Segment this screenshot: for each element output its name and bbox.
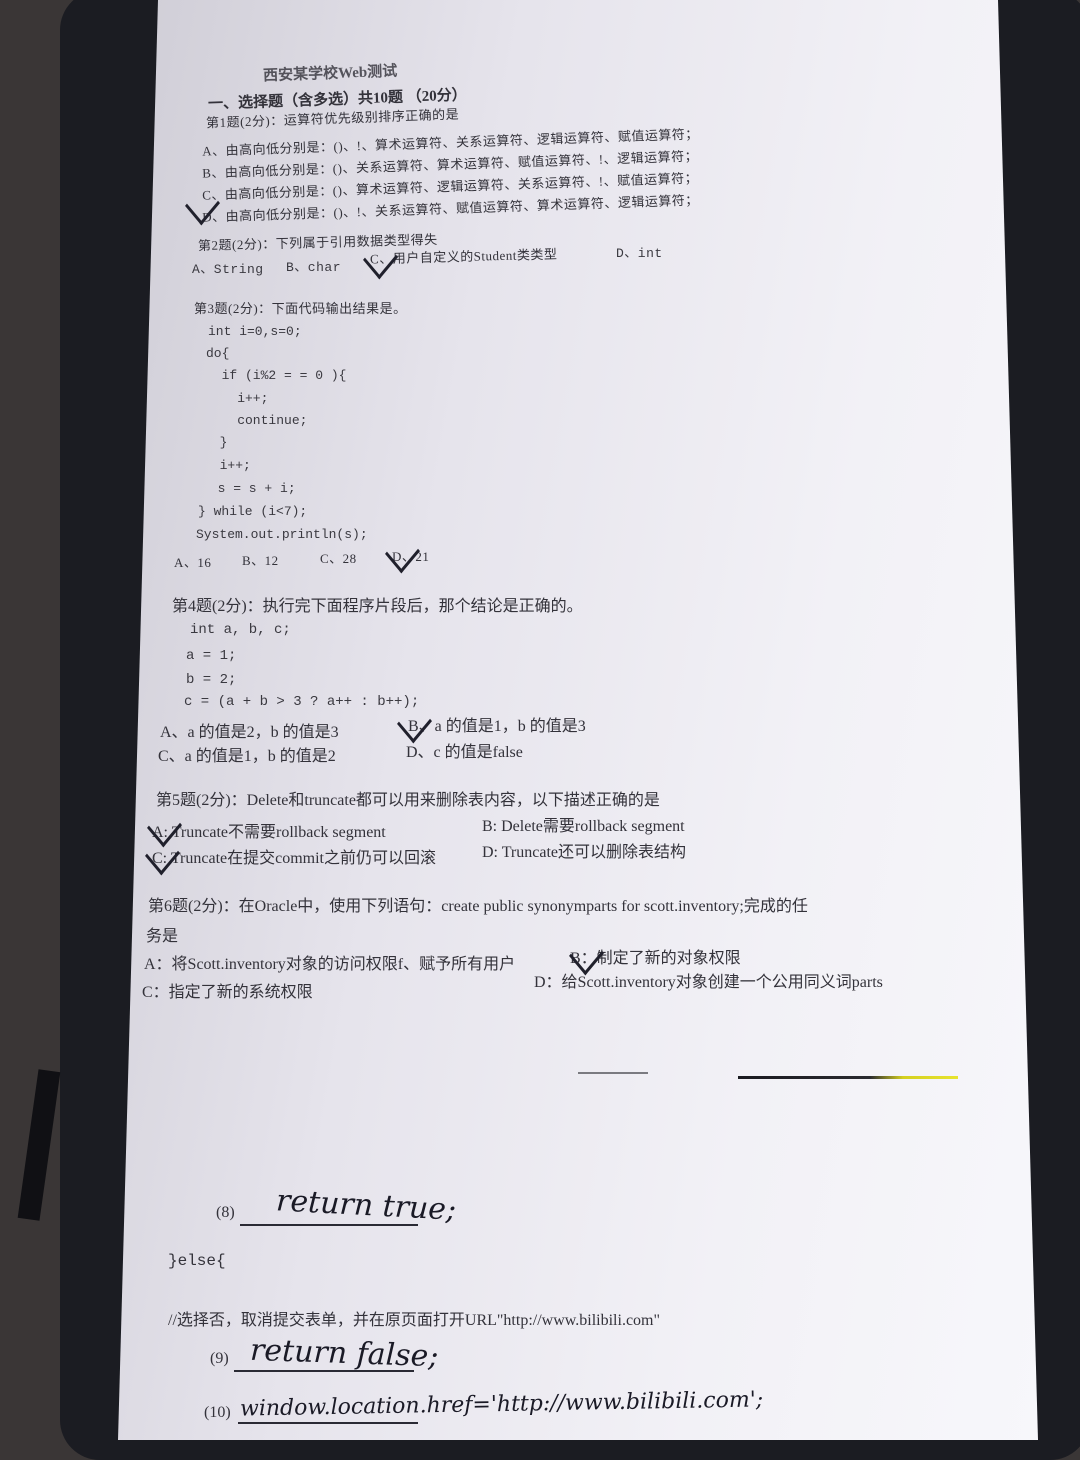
q4-option-a: A、a 的值是2，b 的值是3 xyxy=(160,724,339,741)
blank-number: (9) xyxy=(210,1350,229,1367)
blank-number: (8) xyxy=(216,1204,235,1221)
q4-stem: 第4题(2分)：执行完下面程序片段后，那个结论是正确的。 xyxy=(172,598,583,615)
answer-underline xyxy=(238,1422,418,1424)
q5-option-c: C: Truncate在提交commit之前仍可以回滚 xyxy=(152,850,437,867)
code-comment: //选择否，取消提交表单，并在原页面打开URL"http://www.bilib… xyxy=(168,1312,661,1329)
page-divider xyxy=(738,1076,958,1079)
handwritten-answer: return true; xyxy=(275,1183,458,1228)
q5-option-a: A: Truncate不需要rollback segment xyxy=(152,824,386,841)
screen-edge-shadow xyxy=(17,1069,61,1221)
exam-paper: 西安某学校Web测试 一、选择题（含多选）共10题 （20分） 第1题(2分)：… xyxy=(118,0,1038,1440)
q4-option-c: C、a 的值是1，b 的值是2 xyxy=(158,748,336,765)
q3-option-c: C、28 xyxy=(320,551,357,566)
q4-option-d: D、c 的值是false xyxy=(406,744,523,761)
handwritten-answer: return false; xyxy=(249,1332,440,1375)
paper-title: 西安某学校Web测试 xyxy=(262,63,398,85)
q3-option-a: A、16 xyxy=(174,555,212,570)
q6-option-c: C：指定了新的系统权限 xyxy=(142,984,313,1001)
code-line: i++; xyxy=(204,458,251,473)
code-line: if (i%2 = = 0 ){ xyxy=(206,368,347,383)
code-line: i++; xyxy=(206,391,269,406)
code-line: c = (a + b > 3 ? a++ : b++); xyxy=(184,694,420,710)
q2-option-a: A、String xyxy=(192,262,264,277)
q6-stem-line1: 第6题(2分)：在Oracle中，使用下列语句：create public sy… xyxy=(148,898,808,915)
q2-option-c: C、用户自定义的Student类类型 xyxy=(369,246,558,267)
code-line: s = s + i; xyxy=(202,481,296,496)
code-line: b = 2; xyxy=(186,672,237,688)
checkmark-icon xyxy=(385,531,420,574)
q6-stem-line2: 务是 xyxy=(146,928,179,945)
q5-stem: 第5题(2分)：Delete和truncate都可以用来删除表内容，以下描述正确… xyxy=(156,792,660,809)
blank-number: (10) xyxy=(204,1404,231,1421)
page-divider xyxy=(578,1072,648,1074)
code-line: int i=0,s=0; xyxy=(208,324,302,339)
q4-option-b: B、a 的值是1，b 的值是3 xyxy=(408,718,586,735)
code-line: do{ xyxy=(206,346,230,361)
q2-option-b: B、char xyxy=(286,260,342,275)
q2-option-d: D、int xyxy=(616,246,663,261)
q3-option-b: B、12 xyxy=(242,553,279,568)
q5-option-b: B: Delete需要rollback segment xyxy=(482,818,685,835)
code-line: continue; xyxy=(206,413,308,428)
code-line: a = 1; xyxy=(186,648,237,664)
q6-option-a: A：将Scott.inventory对象的访问权限f、赋予所有用户 xyxy=(144,956,516,973)
q3-stem: 第3题(2分)：下面代码输出结果是。 xyxy=(194,301,407,316)
code-line: }else{ xyxy=(168,1252,226,1270)
handwritten-answer: window.location.href='http://www.bilibil… xyxy=(239,1387,764,1422)
code-line: int a, b, c; xyxy=(190,622,291,638)
q5-option-d: D: Truncate还可以删除表结构 xyxy=(482,844,687,861)
code-line: } xyxy=(204,435,228,450)
code-line: } while (i<7); xyxy=(198,504,308,519)
code-line: System.out.println(s); xyxy=(196,527,368,542)
